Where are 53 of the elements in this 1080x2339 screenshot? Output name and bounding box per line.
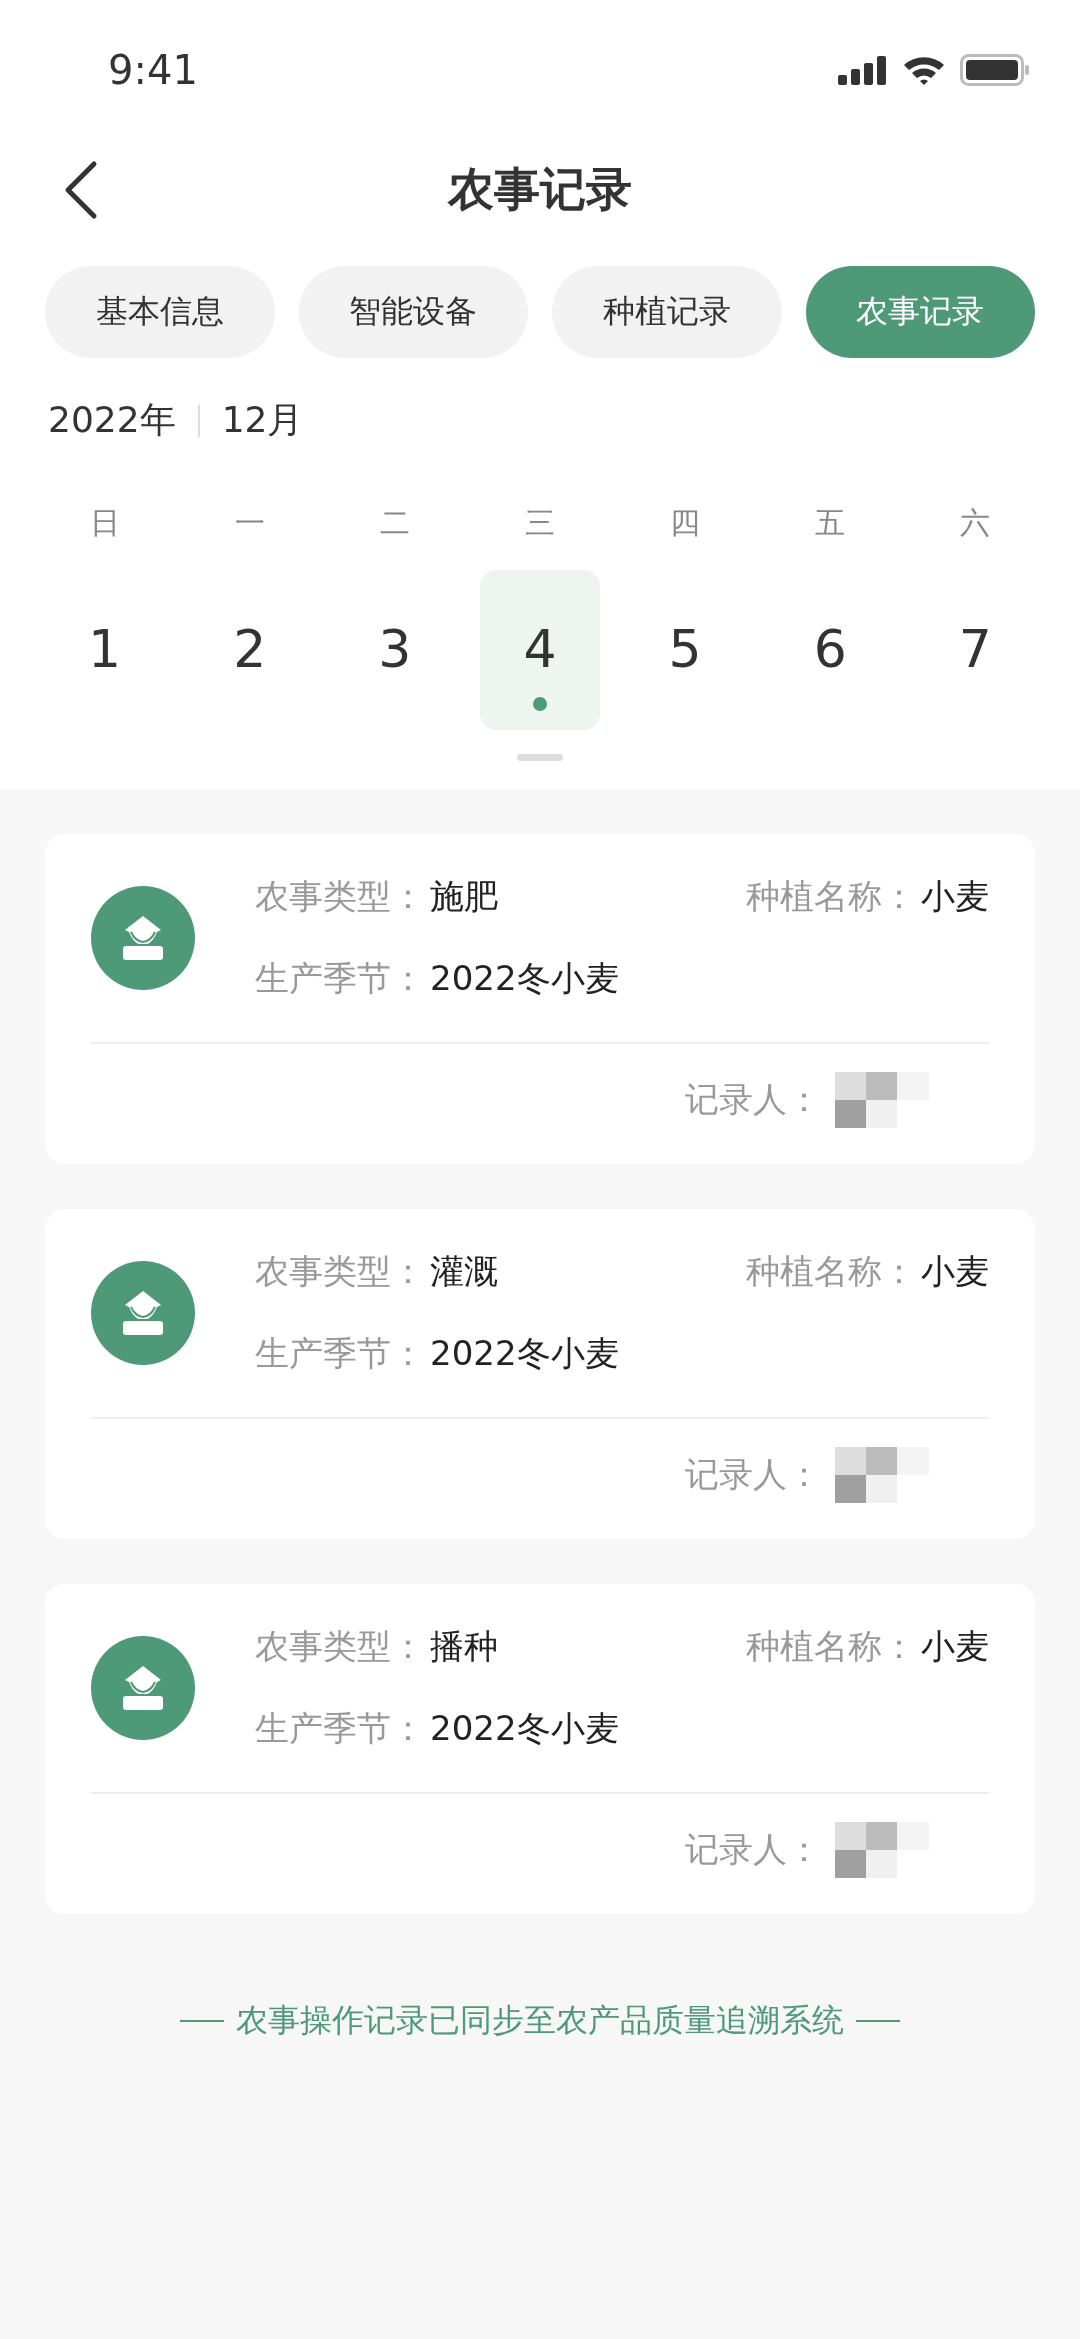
- month-label: 12月: [221, 398, 304, 442]
- weekday-label: 四: [670, 504, 701, 542]
- field-label: 生产季节：: [255, 958, 425, 998]
- year-label: 2022年: [48, 398, 176, 442]
- wifi-icon: [902, 54, 946, 86]
- field-value: 2022冬小麦: [430, 1333, 619, 1373]
- field-label: 种植名称：: [745, 1251, 916, 1291]
- tab[interactable]: 智能设备: [298, 266, 528, 358]
- field-value: 灌溉: [430, 1251, 499, 1291]
- drag-handle[interactable]: [517, 754, 563, 761]
- field-value: 小麦: [921, 876, 989, 916]
- calendar-day[interactable]: 6: [770, 570, 891, 730]
- weekday-label: 日: [89, 504, 120, 542]
- weekday-label: 五: [815, 504, 846, 542]
- field-label: 农事类型：: [255, 1251, 425, 1291]
- field-value: 播种: [430, 1626, 499, 1666]
- tab[interactable]: 种植记录: [552, 266, 782, 358]
- sync-note: 农事操作记录已同步至农产品质量追溯系统: [236, 2000, 844, 2041]
- field-value: 施肥: [430, 876, 499, 916]
- calendar-day[interactable]: 7: [915, 570, 1036, 730]
- calendar-day[interactable]: 1: [44, 570, 165, 730]
- field-label: 种植名称：: [745, 876, 916, 916]
- farmer-icon: [91, 1636, 195, 1740]
- calendar-day[interactable]: 2: [189, 570, 310, 730]
- weekday-label: 二: [379, 504, 410, 542]
- field-label: 农事类型：: [255, 876, 425, 916]
- field-label: 记录人：: [685, 1453, 821, 1496]
- field-value: 2022冬小麦: [430, 958, 619, 998]
- field-label: 生产季节：: [255, 1708, 425, 1748]
- field-label: 生产季节：: [255, 1333, 425, 1373]
- page-title: 农事记录: [448, 161, 632, 218]
- field-label: 记录人：: [685, 1078, 821, 1121]
- calendar-day[interactable]: 4: [480, 570, 600, 730]
- calendar-day[interactable]: 3: [334, 570, 455, 730]
- calendar-day[interactable]: 5: [625, 570, 746, 730]
- battery-icon: [960, 54, 1030, 86]
- field-label: 记录人：: [685, 1828, 821, 1871]
- record-card[interactable]: 农事类型：灌溉 种植名称：小麦 生产季节：2022冬小麦 记录人：: [45, 1209, 1035, 1539]
- farmer-icon: [91, 886, 195, 990]
- field-value: 小麦: [921, 1626, 989, 1666]
- field-label: 农事类型：: [255, 1626, 425, 1666]
- record-card[interactable]: 农事类型：施肥 种植名称：小麦 生产季节：2022冬小麦 记录人：: [45, 834, 1035, 1164]
- weekday-label: 一: [234, 504, 265, 542]
- record-card[interactable]: 农事类型：播种 种植名称：小麦 生产季节：2022冬小麦 记录人：: [45, 1584, 1035, 1914]
- tab[interactable]: 基本信息: [45, 266, 275, 358]
- weekday-label: 三: [525, 504, 555, 542]
- weekday-label: 六: [960, 504, 991, 542]
- field-value: 小麦: [921, 1251, 989, 1291]
- field-value: 2022冬小麦: [430, 1708, 619, 1748]
- farmer-icon: [91, 1261, 195, 1365]
- field-label: 种植名称：: [745, 1626, 916, 1666]
- signal-icon: [838, 55, 888, 85]
- status-time: 9:41: [108, 47, 198, 93]
